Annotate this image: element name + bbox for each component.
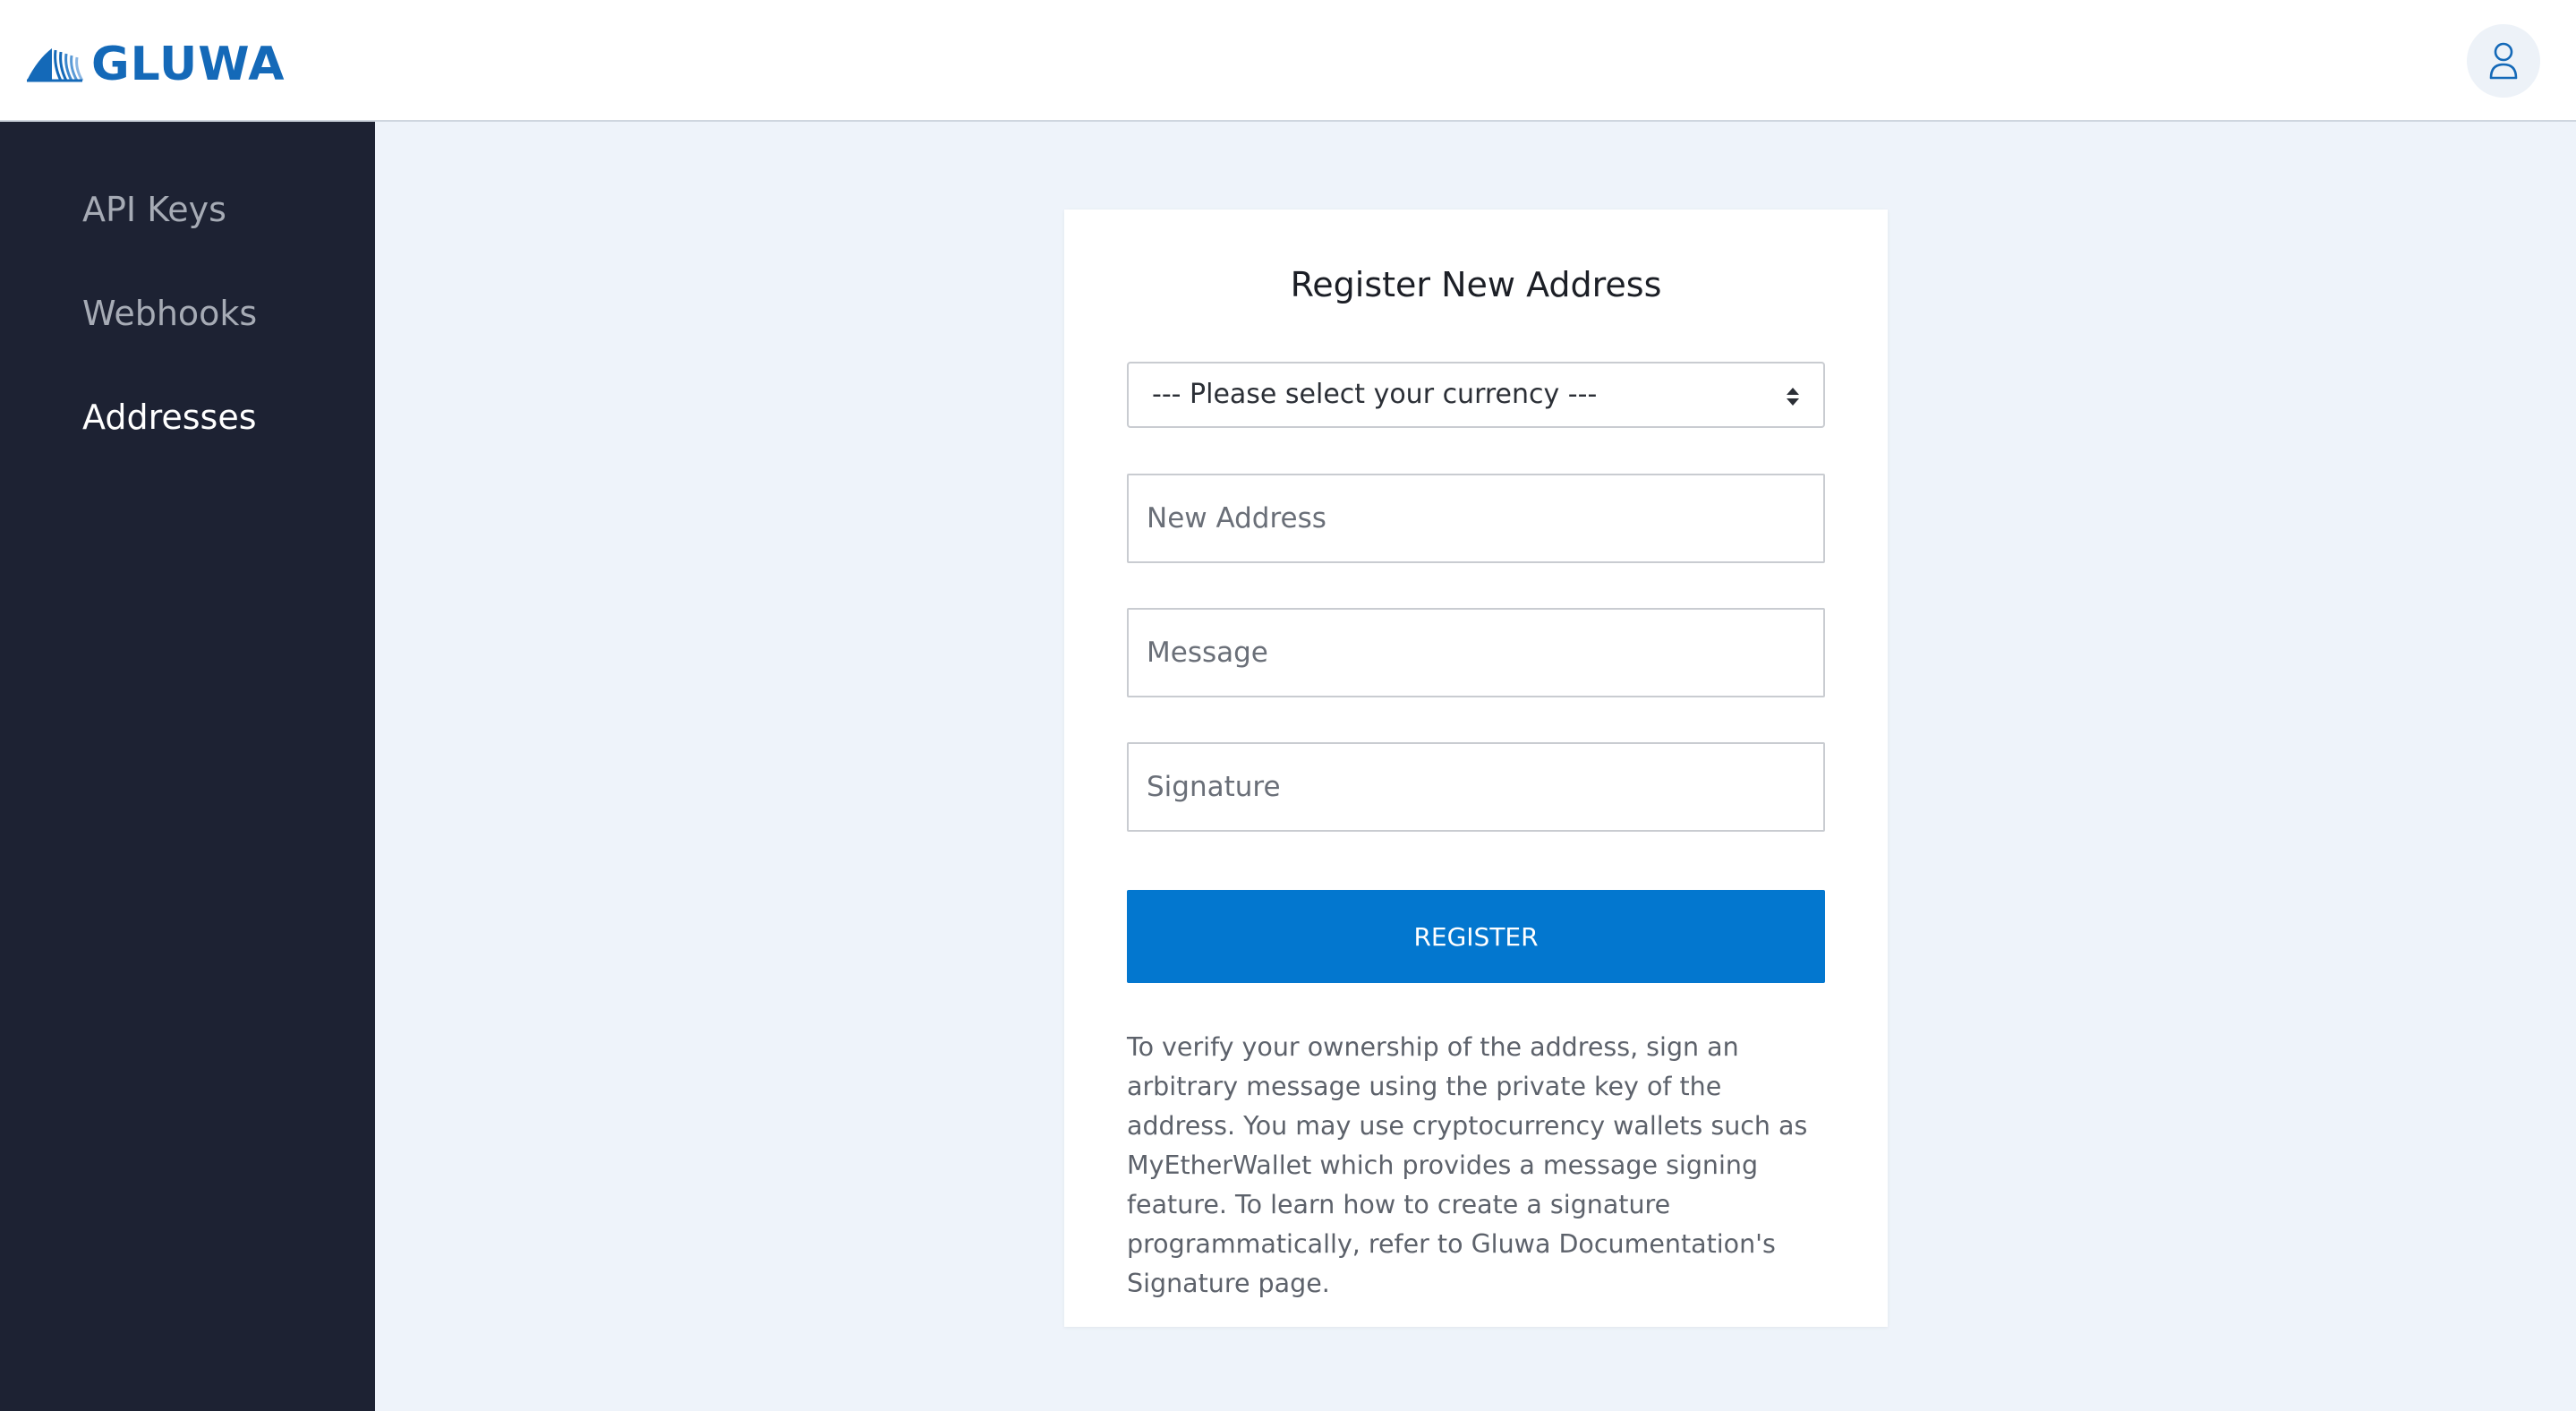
currency-select-value: --- Please select your currency --- [1152, 379, 1598, 410]
form-title: Register New Address [1290, 265, 1662, 304]
gluwa-logo[interactable]: GLUWA [25, 39, 285, 90]
sidebar-item-api-keys[interactable]: API Keys [82, 190, 226, 229]
top-header: GLUWA [0, 0, 2576, 122]
sidebar-nav: API Keys Webhooks Addresses [0, 122, 375, 1411]
new-address-input[interactable] [1127, 474, 1825, 563]
user-menu-button[interactable] [2467, 24, 2540, 98]
signature-input[interactable] [1127, 742, 1825, 832]
logo-text: GLUWA [91, 38, 286, 91]
gluwa-wave-icon [27, 48, 84, 82]
message-input[interactable] [1127, 608, 1825, 697]
select-arrows-icon [1787, 388, 1799, 406]
currency-select[interactable]: --- Please select your currency --- [1127, 362, 1825, 428]
register-address-card: Register New Address --- Please select y… [1064, 210, 1888, 1327]
sidebar-item-webhooks[interactable]: Webhooks [82, 294, 257, 333]
register-button[interactable]: REGISTER [1127, 890, 1825, 983]
sidebar-item-addresses[interactable]: Addresses [82, 398, 257, 437]
signature-help-text: To verify your ownership of the address,… [1127, 1032, 1808, 1298]
user-icon [2489, 42, 2518, 80]
